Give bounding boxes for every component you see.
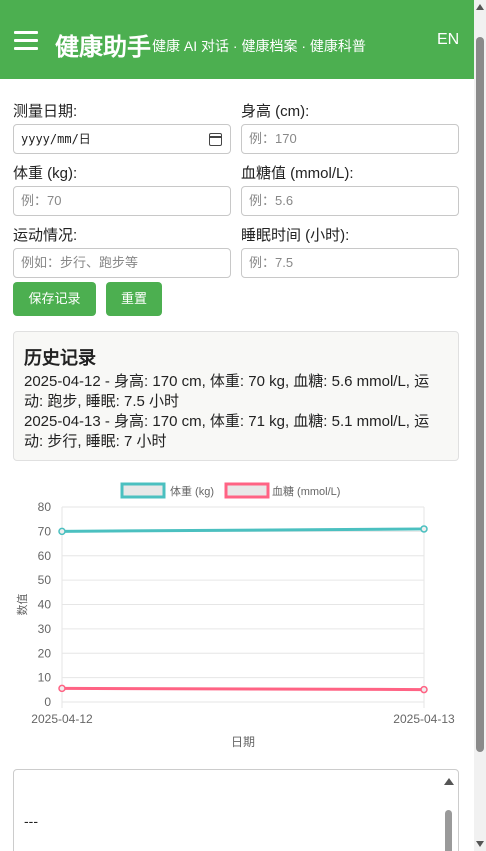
glucose-label: 血糖值 (mmol/L):: [241, 165, 354, 182]
data-point: [420, 525, 428, 533]
output-box: · · · · · · ---: [13, 769, 459, 851]
height-field-group: 身高 (cm): 例：170: [241, 100, 459, 154]
health-line-chart: 0 10 20 30 40 50 60 70 80 2025-04-12 2025-04-13 日期 数…: [16, 482, 455, 749]
exercise-field-group: 运动情况: 例如：步行、跑步等: [13, 224, 231, 278]
y-tick-label: 0: [44, 695, 51, 709]
page-scrollbar[interactable]: [474, 0, 486, 851]
scroll-down-arrow-icon[interactable]: [476, 841, 484, 847]
y-axis-title: 数值: [16, 594, 29, 616]
output-cut-text: · · · · · ·: [24, 770, 68, 776]
page-scrollbar-thumb[interactable]: [476, 37, 484, 752]
y-tick-label: 60: [38, 549, 52, 563]
height-label: 身高 (cm):: [241, 103, 310, 120]
scroll-up-arrow-icon[interactable]: [476, 4, 484, 10]
y-tick-label: 80: [38, 500, 52, 514]
sleep-label: 睡眠时间 (小时):: [241, 227, 350, 244]
date-field-group: 测量日期: yyyy/mm/日: [13, 100, 231, 154]
x-axis-title: 日期: [231, 735, 255, 749]
exercise-input[interactable]: 例如：步行、跑步等: [13, 248, 231, 278]
save-record-button[interactable]: 保存记录: [13, 282, 96, 316]
history-record: 2025-04-12 - 身高: 170 cm, 体重: 70 kg, 血糖: …: [24, 373, 430, 410]
legend-swatch: [120, 482, 166, 499]
y-tick-label: 20: [38, 646, 52, 660]
history-title: 历史记录: [24, 348, 96, 368]
weight-field-group: 体重 (kg): 例：70: [13, 162, 231, 216]
weight-label: 体重 (kg):: [13, 165, 78, 182]
output-scroll-up-arrow-icon[interactable]: [444, 778, 454, 785]
legend-swatch: [224, 482, 270, 499]
app-title: 健康助手: [55, 34, 151, 61]
weight-input[interactable]: 例：70: [13, 186, 231, 216]
hamburger-menu-icon[interactable]: [14, 31, 38, 51]
exercise-label: 运动情况:: [13, 227, 78, 244]
series-line: [61, 686, 425, 692]
x-tick-label: 2025-04-12: [31, 712, 93, 726]
date-label: 测量日期:: [13, 103, 78, 120]
language-toggle[interactable]: EN: [437, 31, 459, 49]
y-tick-label: 70: [38, 524, 52, 538]
date-value: yyyy/mm/日: [21, 132, 91, 146]
output-scrollbar-thumb[interactable]: [445, 810, 452, 851]
y-tick-label: 30: [38, 622, 52, 636]
history-record: 2025-04-13 - 身高: 170 cm, 体重: 71 kg, 血糖: …: [24, 413, 430, 450]
glucose-field-group: 血糖值 (mmol/L): 例：5.6: [241, 162, 459, 216]
height-input[interactable]: 例：170: [241, 124, 459, 154]
legend-label: 血糖 (mmol/L): [272, 484, 340, 498]
history-panel: 历史记录 2025-04-12 - 身高: 170 cm, 体重: 70 kg,…: [13, 331, 459, 461]
y-tick-label: 10: [38, 671, 52, 685]
data-point: [420, 685, 428, 694]
app-header: 健康助手 健康 AI 对话 · 健康档案 · 健康科普 EN: [0, 0, 474, 79]
y-tick-label: 40: [38, 598, 52, 612]
y-tick-label: 50: [38, 573, 52, 587]
x-tick-label: 2025-04-13: [393, 712, 455, 726]
sleep-input[interactable]: 例：7.5: [241, 248, 459, 278]
date-input[interactable]: yyyy/mm/日: [13, 124, 231, 154]
data-point: [58, 527, 66, 536]
calendar-icon[interactable]: [209, 133, 222, 146]
glucose-input[interactable]: 例：5.6: [241, 186, 459, 216]
sleep-field-group: 睡眠时间 (小时): 例：7.5: [241, 224, 459, 278]
legend-label: 体重 (kg): [170, 484, 214, 498]
output-separator: ---: [24, 813, 38, 829]
data-point: [58, 684, 66, 693]
app-subtitle: 健康 AI 对话 · 健康档案 · 健康科普: [152, 38, 366, 54]
reset-button[interactable]: 重置: [106, 282, 162, 316]
